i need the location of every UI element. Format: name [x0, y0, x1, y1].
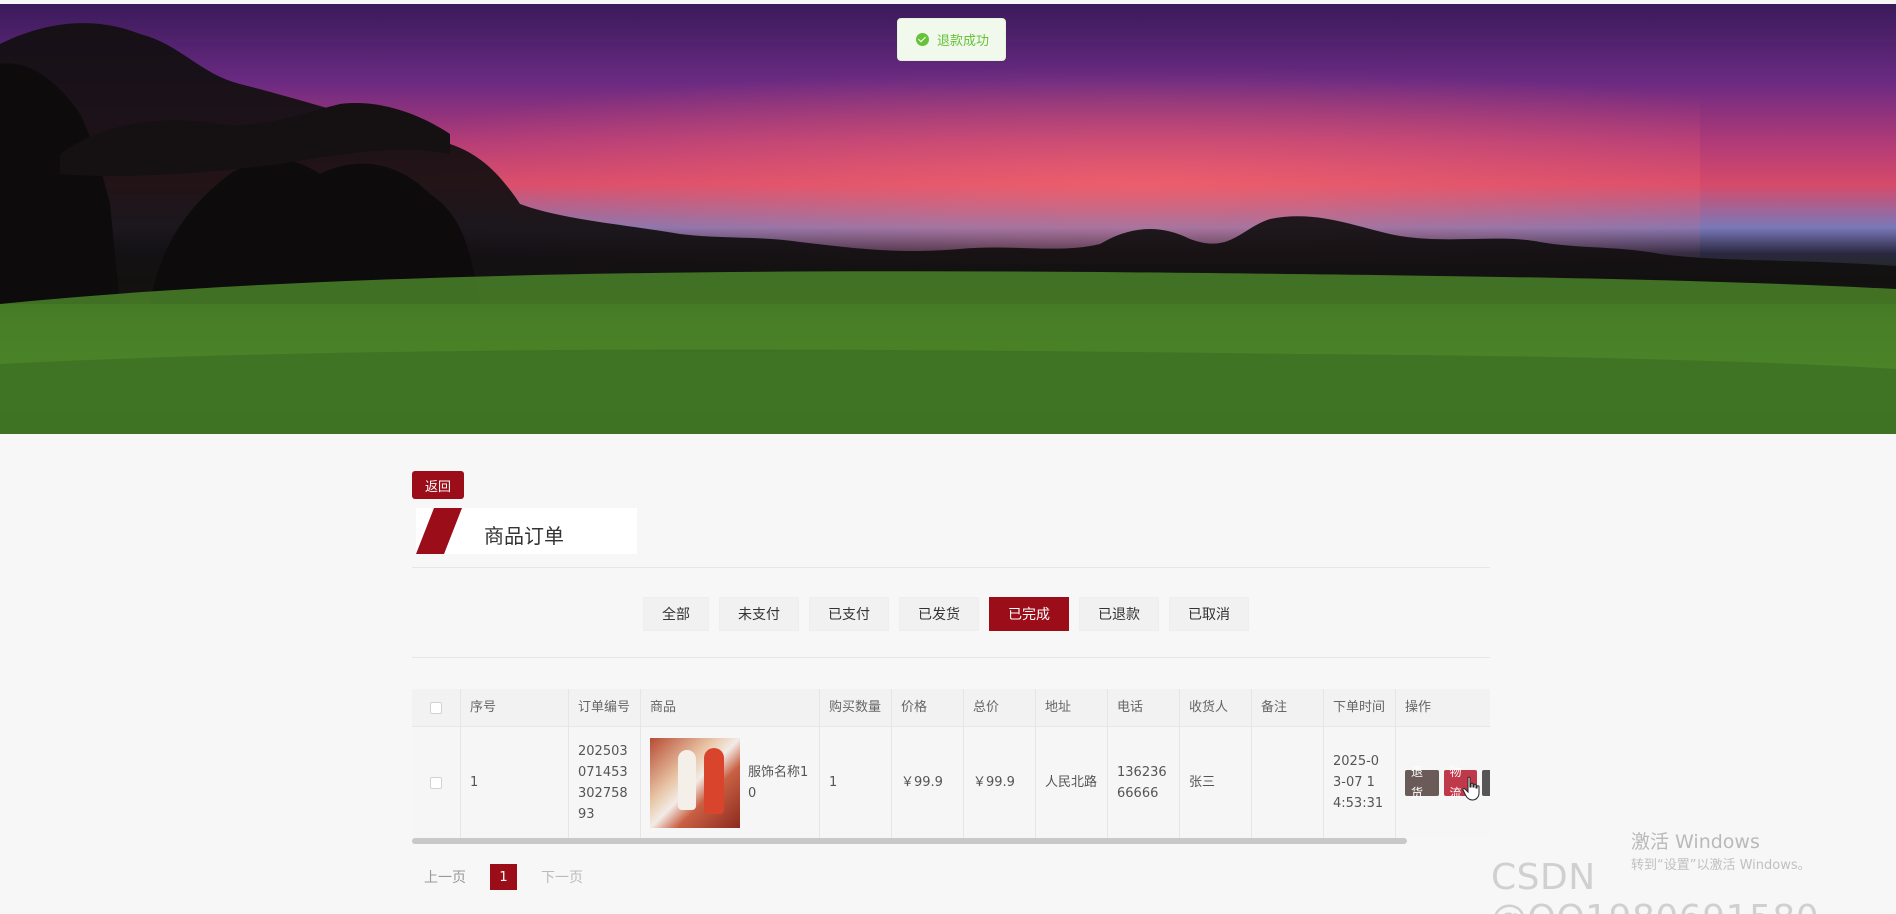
cell-receiver: 张三 — [1180, 727, 1252, 838]
tab-all[interactable]: 全部 — [643, 597, 709, 631]
header-quantity: 购买数量 — [820, 689, 892, 726]
table-row: 1 20250307145330275893 服饰名称10 1 ￥99.9 ￥9… — [412, 727, 1490, 838]
cell-phone: 13623666666 — [1108, 727, 1180, 838]
cell-price: ￥99.9 — [892, 727, 964, 838]
cell-order-no: 20250307145330275893 — [569, 727, 641, 838]
header-index: 序号 — [461, 689, 569, 726]
cell-remark — [1252, 727, 1324, 838]
cell-address: 人民北路 — [1036, 727, 1108, 838]
select-all-cell — [412, 689, 461, 726]
cell-order-time: 2025-03-07 14:53:31 — [1324, 727, 1396, 838]
orders-table: 序号 订单编号 商品 购买数量 价格 总价 地址 电话 收货人 备注 下单时间 … — [412, 689, 1490, 841]
product-thumbnail[interactable] — [650, 737, 740, 828]
divider — [412, 657, 1490, 658]
section-title-box: 商品订单 — [416, 508, 637, 554]
csdn-watermark: CSDN @QQ1980691580 — [1491, 857, 1819, 914]
hand-cursor-icon — [1462, 776, 1480, 801]
tab-unpaid[interactable]: 未支付 — [719, 597, 799, 631]
hero-banner-image — [0, 4, 1896, 434]
header-remark: 备注 — [1252, 689, 1324, 726]
header-receiver: 收货人 — [1180, 689, 1252, 726]
success-toast: 退款成功 — [897, 18, 1006, 61]
tab-paid[interactable]: 已支付 — [809, 597, 889, 631]
order-status-tabs: 全部 未支付 已支付 已发货 已完成 已退款 已取消 — [643, 597, 1249, 631]
select-all-checkbox[interactable] — [430, 701, 442, 714]
table-header: 序号 订单编号 商品 购买数量 价格 总价 地址 电话 收货人 备注 下单时间 … — [412, 689, 1490, 727]
header-price: 价格 — [892, 689, 964, 726]
header-total: 总价 — [964, 689, 1036, 726]
title-accent-icon — [416, 508, 462, 554]
cell-index: 1 — [461, 727, 569, 838]
prev-page-link[interactable]: 上一页 — [424, 867, 466, 887]
tab-refunded[interactable]: 已退款 — [1079, 597, 1159, 631]
divider — [412, 567, 1490, 568]
next-page-link[interactable]: 下一页 — [541, 867, 583, 887]
pagination: 上一页 1 下一页 — [424, 864, 583, 890]
page: 退款成功 返回 商品订单 全部 未支付 已支付 已发货 已完成 已退款 已取消 … — [0, 0, 1896, 914]
toast-message: 退款成功 — [937, 34, 990, 49]
header-order-time: 下单时间 — [1324, 689, 1396, 726]
windows-activation-watermark: 激活 Windows — [1631, 831, 1760, 853]
page-title: 商品订单 — [484, 524, 564, 548]
tab-shipped[interactable]: 已发货 — [899, 597, 979, 631]
page-number-current[interactable]: 1 — [490, 864, 517, 890]
header-actions: 操作 — [1405, 700, 1432, 715]
cell-total: ￥99.9 — [964, 727, 1036, 838]
tab-completed[interactable]: 已完成 — [989, 597, 1069, 631]
header-address: 地址 — [1036, 689, 1108, 726]
cell-quantity: 1 — [820, 727, 892, 838]
header-product: 商品 — [641, 689, 820, 726]
back-button[interactable]: 返回 — [412, 471, 464, 499]
header-phone: 电话 — [1108, 689, 1180, 726]
tab-cancelled[interactable]: 已取消 — [1169, 597, 1249, 631]
success-check-icon — [916, 33, 929, 46]
row-select-cell — [412, 727, 461, 838]
table-horizontal-scrollbar[interactable] — [412, 838, 1407, 844]
product-name: 服饰名称10 — [748, 764, 809, 801]
return-button[interactable]: 退货 — [1405, 765, 1439, 800]
cell-product: 服饰名称10 — [641, 727, 820, 838]
row-checkbox[interactable] — [430, 776, 442, 789]
header-order-no: 订单编号 — [569, 689, 641, 726]
